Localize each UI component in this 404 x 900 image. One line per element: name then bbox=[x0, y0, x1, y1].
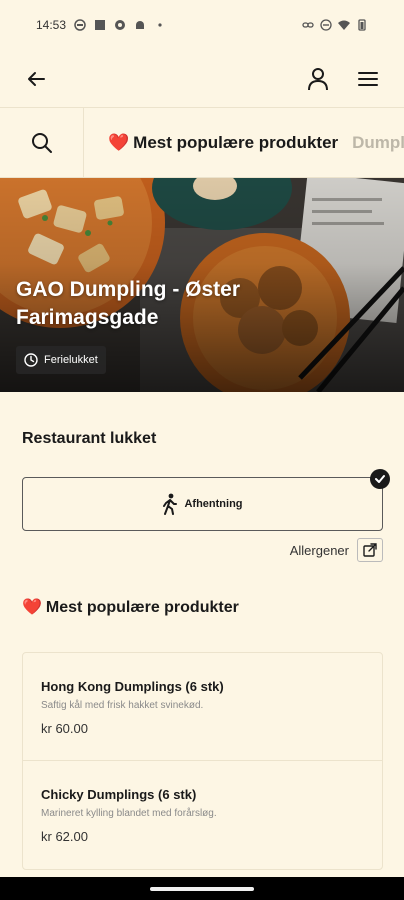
tab-label: Mest populære produkter bbox=[133, 132, 339, 152]
notification-icon bbox=[74, 19, 86, 31]
walking-person-icon bbox=[163, 493, 178, 515]
product-card[interactable]: Chicky Dumplings (6 stk) Marineret kylli… bbox=[23, 761, 382, 869]
app-header bbox=[0, 50, 404, 108]
category-search-button[interactable] bbox=[0, 108, 84, 177]
dot-icon bbox=[158, 23, 162, 27]
pickup-label: Afhentning bbox=[184, 498, 243, 510]
category-bar: ❤️ Mest populære produkter Dumpli bbox=[0, 108, 404, 178]
status-badge: Ferielukket bbox=[16, 346, 106, 374]
tab-label: Dumpli bbox=[352, 132, 404, 152]
user-icon bbox=[308, 67, 328, 90]
product-name: Hong Kong Dumplings (6 stk) bbox=[41, 679, 224, 694]
status-badge-label: Ferielukket bbox=[44, 354, 98, 366]
search-icon bbox=[31, 132, 52, 153]
chrome-icon bbox=[115, 20, 126, 30]
product-card[interactable]: Hong Kong Dumplings (6 stk) Saftig kål m… bbox=[23, 653, 382, 761]
clock-icon bbox=[24, 353, 38, 367]
selected-check-icon bbox=[370, 469, 390, 489]
profile-button[interactable] bbox=[304, 65, 332, 93]
restaurant-status-heading: Restaurant lukket bbox=[22, 430, 157, 447]
pickup-option[interactable]: Afhentning bbox=[22, 477, 383, 531]
status-bar: 14:53 bbox=[0, 0, 404, 50]
heart-emoji-icon: ❤️ bbox=[108, 132, 130, 152]
popular-heading-label: Mest populære produkter bbox=[45, 599, 239, 616]
link-icon bbox=[302, 22, 314, 28]
back-button[interactable] bbox=[22, 65, 50, 93]
hero-banner: GAO Dumpling - Øster Farimagsgade Feriel… bbox=[0, 178, 404, 392]
arrow-left-icon bbox=[28, 71, 45, 86]
product-price: kr 62.00 bbox=[41, 829, 88, 844]
square-app-icon bbox=[95, 20, 106, 30]
system-nav-bar bbox=[0, 877, 404, 900]
product-description: Saftig kål med frisk hakket svinekød. bbox=[41, 700, 204, 711]
wifi-icon bbox=[338, 20, 350, 30]
home-gesture-handle[interactable] bbox=[150, 886, 254, 891]
menu-button[interactable] bbox=[354, 65, 382, 93]
product-list: Hong Kong Dumplings (6 stk) Saftig kål m… bbox=[22, 652, 383, 870]
dnd-icon bbox=[320, 19, 332, 31]
status-time: 14:53 bbox=[36, 18, 67, 32]
heart-emoji-icon: ❤️ bbox=[22, 599, 42, 616]
hamburger-menu-icon bbox=[358, 71, 378, 86]
tab-most-popular[interactable]: ❤️ Mest populære produkter bbox=[108, 133, 338, 153]
product-description: Marineret kylling blandet med forårsløg. bbox=[41, 808, 217, 819]
allergen-label: Allergener bbox=[289, 542, 349, 558]
product-price: kr 60.00 bbox=[41, 721, 88, 736]
popular-section-heading: ❤️ Mest populære produkter bbox=[22, 597, 239, 617]
product-name: Chicky Dumplings (6 stk) bbox=[41, 787, 197, 802]
category-tabs: ❤️ Mest populære produkter Dumpli bbox=[84, 133, 404, 153]
android-icon bbox=[136, 21, 145, 29]
tab-dumplings[interactable]: Dumpli bbox=[352, 133, 404, 153]
restaurant-name: GAO Dumpling - Øster Farimagsgade bbox=[16, 278, 241, 329]
battery-icon bbox=[358, 19, 366, 31]
external-link-icon bbox=[363, 543, 377, 557]
allergen-button[interactable] bbox=[357, 538, 383, 562]
allergen-row: Allergener bbox=[290, 538, 383, 562]
